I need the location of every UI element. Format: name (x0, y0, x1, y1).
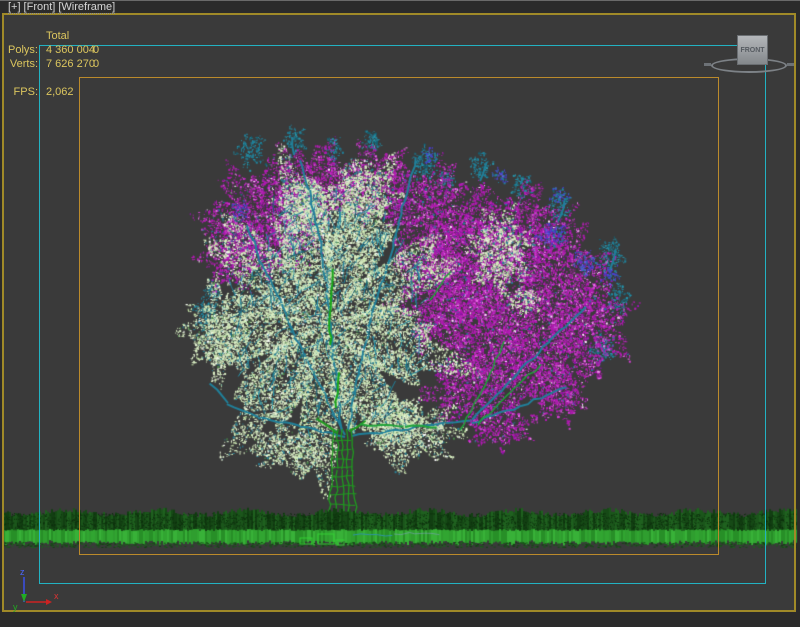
polys-selected: 0 (93, 44, 99, 56)
axis-x-arrow (46, 599, 52, 605)
verts-label: Verts: (0, 58, 38, 70)
axis-y-arrow (21, 594, 27, 602)
viewport-label-bar: [+] [Front] [Wireframe] (8, 1, 115, 14)
axis-x-label: x (54, 591, 59, 601)
pov-viewport-menu[interactable]: [+] (8, 1, 21, 14)
viewcube-ring-tick-right (787, 63, 794, 66)
polys-value: 4 360 004 (46, 44, 95, 56)
fps-value: 2,062 (46, 86, 74, 98)
max-viewport-front: { "viewport": { "label_bar": { "pov": "[… (0, 0, 800, 627)
world-axis-gizmo: z x y (8, 565, 64, 621)
verts-selected: 0 (93, 58, 99, 70)
axis-z-label: z (20, 567, 25, 577)
verts-value: 7 626 270 (46, 58, 95, 70)
fps-label: FPS: (0, 86, 38, 98)
viewcube-ring-tick-left (704, 63, 711, 66)
shading-menu[interactable]: [Wireframe] (58, 1, 115, 14)
stats-header: Total (46, 30, 69, 42)
safe-frame-title (79, 77, 719, 555)
axis-y-label: y (13, 602, 18, 612)
window-top-edge (0, 0, 800, 1)
viewcube-front-face[interactable]: FRONT (737, 35, 768, 65)
polys-label: Polys: (0, 44, 38, 56)
view-menu[interactable]: [Front] (24, 1, 56, 14)
